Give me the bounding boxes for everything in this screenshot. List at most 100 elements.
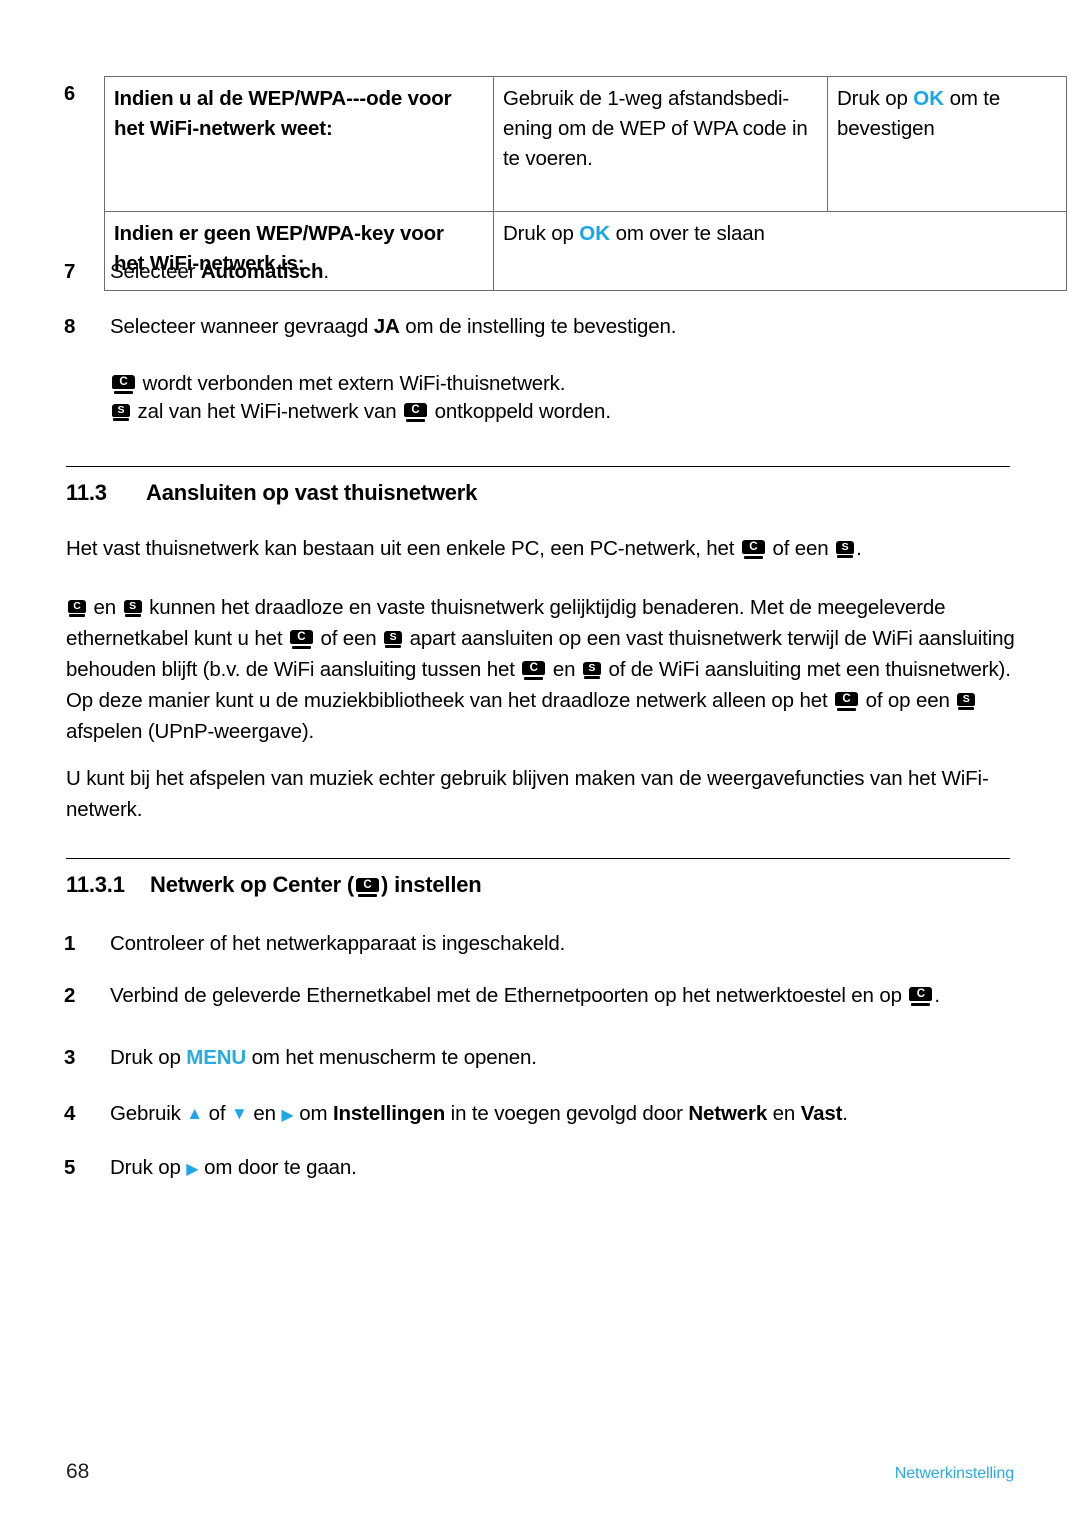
substep-4-bold-netwerk: Netwerk <box>688 1102 768 1125</box>
substep-2: 2 Verbind de geleverde Ethernetkabel met… <box>64 980 1024 1011</box>
substep-3-text: Druk op MENU om het menuscherm te openen… <box>110 1042 964 1073</box>
arrow-right-icon: ▶ <box>186 1161 199 1178</box>
substep-3-post: om het menuscherm te openen. <box>246 1046 537 1069</box>
center-device-icon: C <box>835 692 859 711</box>
paragraph-11-3-2: C en S kunnen het draadloze en vaste thu… <box>66 592 1018 747</box>
center-icon-base <box>114 391 133 394</box>
document-page: 6 Indien u al de WEP/WPA---ode voor het … <box>0 0 1080 1527</box>
menu-key-label: MENU <box>186 1046 247 1069</box>
center-icon-letter: C <box>112 375 135 389</box>
step-7: 7 Selecteer Automatisch. <box>64 256 864 287</box>
center-icon-letter: C <box>356 878 380 892</box>
substep-5-text: Druk op ▶ om door te gaan. <box>110 1152 964 1183</box>
para1-part3: . <box>856 537 862 560</box>
paragraph-11-3-3: U kunt bij het afspelen van muziek echte… <box>66 767 989 821</box>
station-icon-letter: S <box>384 631 403 644</box>
center-device-icon: C <box>909 987 933 1006</box>
station-device-icon: S <box>582 662 601 679</box>
condition-1-line-1: Indien u al de WEP/WPA---ode voor <box>114 87 452 110</box>
note-2-text: S zal van het WiFi-netwerk van C ontkopp… <box>110 396 1010 427</box>
subsection-title-pre: Netwerk op Center ( <box>150 872 355 897</box>
station-icon-base <box>124 614 141 617</box>
step-7-pre: Selecteer <box>110 260 201 283</box>
substep-5: 5 Druk op ▶ om door te gaan. <box>64 1152 964 1183</box>
subsection-title: Netwerk op Center (C) instellen <box>150 872 482 898</box>
substep-1: 1 Controleer of het netwerkapparaat is i… <box>64 928 964 959</box>
station-device-icon: S <box>112 404 130 421</box>
step-7-number: 7 <box>64 260 76 283</box>
center-icon-letter: C <box>68 600 86 613</box>
substep-3: 3 Druk op MENU om het menuscherm te open… <box>64 1042 964 1073</box>
substep-5-pre: Druk op <box>110 1156 187 1179</box>
center-icon-letter: C <box>289 630 313 644</box>
action-2-post: om over te slaan <box>610 222 765 245</box>
substep-2-post: . <box>934 984 940 1007</box>
para1-part1: Het vast thuisnetwerk kan bestaan uit ee… <box>66 537 740 560</box>
arrow-down-icon: ▼ <box>231 1104 248 1123</box>
step-7-bold: Automatisch <box>200 260 324 283</box>
substep-2-number: 2 <box>64 984 76 1007</box>
step-6-number: 6 <box>64 83 76 105</box>
substep-3-number: 3 <box>64 1046 76 1069</box>
arrow-up-icon: ▲ <box>186 1104 204 1123</box>
station-icon-letter: S <box>836 541 855 554</box>
station-icon-base <box>958 707 975 710</box>
paragraph-11-3-1: Het vast thuisnetwerk kan bestaan uit ee… <box>66 533 1016 564</box>
confirm-1-pre: Druk op <box>837 87 914 110</box>
substep-4-number: 4 <box>64 1102 76 1125</box>
ok-key-label: OK <box>913 87 945 110</box>
section-number: 11.3 <box>66 480 107 505</box>
note-1-text: C wordt verbonden met extern WiFi-thuisn… <box>110 368 1010 399</box>
section-divider <box>66 858 1010 859</box>
substep-4-p6: en <box>767 1102 801 1125</box>
footer-section-label: Netwerkinstelling <box>894 1465 1014 1482</box>
center-device-icon: C <box>289 630 313 649</box>
center-icon-base <box>291 646 311 649</box>
station-icon-base <box>583 676 600 679</box>
note-1-body: wordt verbonden met extern WiFi-thuisnet… <box>137 372 566 395</box>
condition-2-line-1: Indien er geen WEP/WPA-key voor <box>114 222 444 245</box>
table-cell-condition-1: Indien u al de WEP/WPA---ode voor het Wi… <box>104 76 494 212</box>
condition-1-line-2: het WiFi-netwerk weet: <box>114 117 333 140</box>
station-icon-letter: S <box>112 404 130 417</box>
step-8-post: om de instelling te bevestigen. <box>399 315 677 338</box>
note-2-end: ontkoppeld worden. <box>429 400 611 423</box>
substep-4-bold-vast: Vast <box>800 1102 843 1125</box>
para2-p2: en <box>88 596 122 619</box>
center-icon-letter: C <box>404 403 428 417</box>
para2-p9: afspelen (UPnP-weergave). <box>66 720 315 743</box>
table-row: Indien u al de WEP/WPA---ode voor het Wi… <box>104 76 1067 212</box>
center-icon-base <box>837 708 857 711</box>
center-icon-base <box>524 677 544 680</box>
substep-1-number: 1 <box>64 932 76 955</box>
substep-4-p3: en <box>247 1102 282 1125</box>
station-icon-base <box>385 645 402 648</box>
step-8-note-2: S zal van het WiFi-netwerk van C ontkopp… <box>110 396 1010 427</box>
station-icon-base <box>113 418 129 421</box>
center-device-icon: C <box>404 403 428 422</box>
center-device-icon: C <box>522 661 546 680</box>
table-cell-confirm-1: Druk op OK om te bevestigen <box>827 76 1067 212</box>
substep-4-p4: om <box>293 1102 334 1125</box>
para1-part2: of een <box>766 537 835 560</box>
substep-2-text: Verbind de geleverde Ethernetkabel met d… <box>110 980 1024 1011</box>
substep-5-post: om door te gaan. <box>198 1156 357 1179</box>
step-8-text: Selecteer wanneer gevraagd JA om de inst… <box>110 311 964 342</box>
substep-4-bold-instellingen: Instellingen <box>333 1102 446 1125</box>
station-device-icon: S <box>957 693 976 710</box>
section-heading-11-3: 11.3 Aansluiten op vast thuisnetwerk <box>66 480 477 506</box>
center-icon-base <box>406 419 426 422</box>
substep-4-p2: of <box>203 1102 231 1125</box>
center-device-icon: C <box>356 878 380 897</box>
action-2-pre: Druk op <box>503 222 580 245</box>
para2-p8: of op een <box>860 689 956 712</box>
note-2-mid: zal van het WiFi-netwerk van <box>132 400 403 423</box>
substep-3-pre: Druk op <box>110 1046 187 1069</box>
section-divider <box>66 466 1010 467</box>
substep-4: 4 Gebruik ▲ of ▼ en ▶ om Instellingen in… <box>64 1098 1024 1129</box>
step-8-bold: JA <box>373 315 400 338</box>
center-device-icon: C <box>112 375 135 394</box>
center-icon-letter: C <box>909 987 933 1001</box>
center-icon-base <box>69 614 85 617</box>
section-heading-11-3-1: 11.3.1 Netwerk op Center (C) instellen <box>66 872 482 898</box>
